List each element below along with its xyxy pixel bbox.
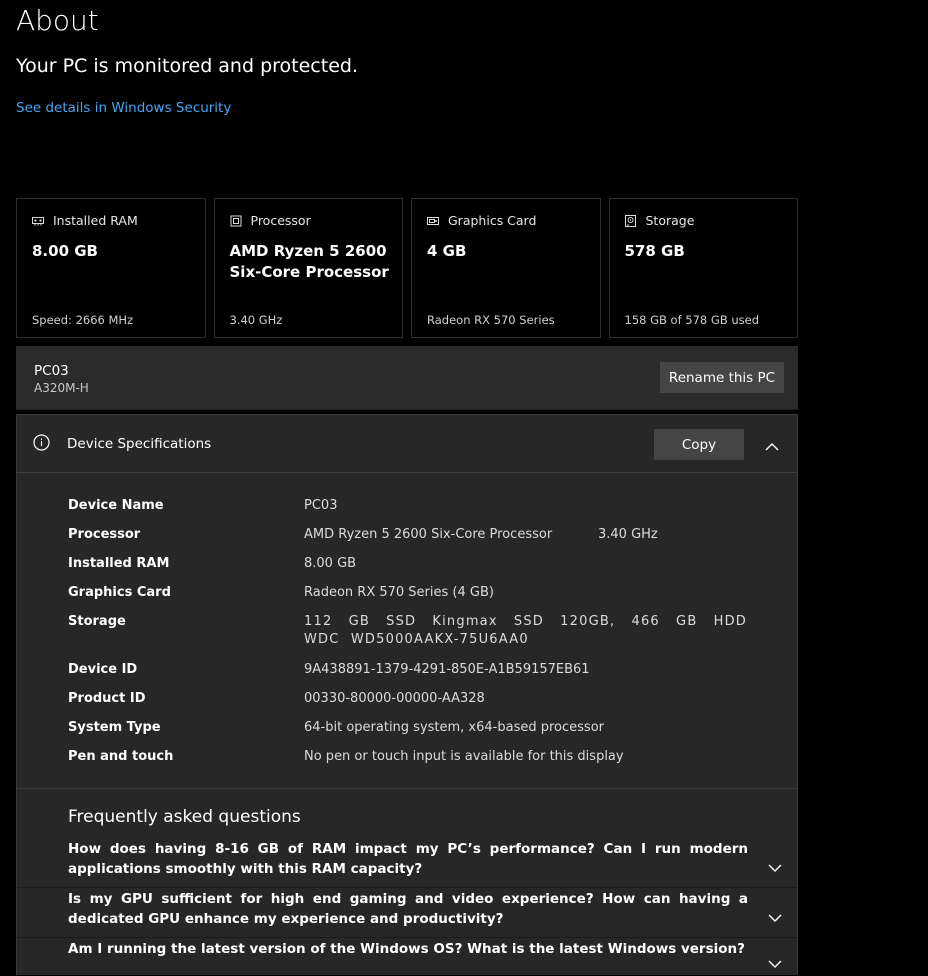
spec-label: Processor [68, 527, 141, 542]
device-specifications-panel: Device Specifications Copy Device Name P… [16, 414, 798, 975]
spec-value: Radeon RX 570 Series (4 GB) [304, 585, 494, 600]
spec-label: System Type [68, 720, 161, 735]
faq-item[interactable]: How does having 8-16 GB of RAM impact my… [17, 837, 797, 887]
card-processor: Processor AMD Ryzen 5 2600 Six-Core Proc… [213, 198, 403, 338]
spec-value: 8.00 GB [304, 556, 357, 571]
chevron-down-icon[interactable] [768, 954, 782, 968]
chevron-down-icon[interactable] [768, 908, 782, 922]
card-installed-ram: Installed RAM 8.00 GB Speed: 2666 MHz [16, 198, 206, 338]
faq-title: Frequently asked questions [68, 807, 301, 827]
spec-value: PC03 [304, 498, 338, 513]
spec-value: 64-bit operating system, x64-based proce… [304, 720, 604, 735]
spec-value: 9A438891-1379-4291-850E-A1B59157EB61 [304, 662, 590, 677]
card-label: Storage [645, 213, 695, 228]
device-specifications-header[interactable]: Device Specifications Copy [17, 415, 797, 473]
info-icon [33, 434, 50, 451]
card-value: 578 GB [624, 242, 685, 260]
spec-label: Graphics Card [68, 585, 171, 600]
graphics-card-icon [427, 215, 439, 227]
faq-item[interactable]: Am I running the latest version of the W… [17, 937, 797, 976]
ram-icon [32, 215, 44, 227]
card-sub: 158 GB of 578 GB used [624, 313, 760, 327]
card-graphics-card: Graphics Card 4 GB Radeon RX 570 Series [411, 198, 601, 338]
spec-label: Storage [68, 614, 126, 629]
processor-speed: 3.40 GHz [598, 527, 658, 542]
faq-question: How does having 8-16 GB of RAM impact my… [68, 841, 748, 877]
chevron-down-icon[interactable] [768, 858, 782, 872]
card-label: Processor [250, 213, 311, 228]
card-label: Graphics Card [448, 213, 537, 228]
card-value: 8.00 GB [32, 242, 98, 260]
card-sub: Radeon RX 570 Series [427, 313, 555, 327]
page-title: About [16, 4, 99, 37]
protection-status: Your PC is monitored and protected. [16, 55, 358, 77]
card-sub: Speed: 2666 MHz [32, 313, 134, 327]
processor-icon [230, 215, 242, 227]
pc-name-row: PC03 A320M-H Rename this PC [16, 346, 798, 410]
faq-question: Am I running the latest version of the W… [68, 941, 745, 957]
card-storage: Storage 578 GB 158 GB of 578 GB used [608, 198, 798, 338]
spec-value: 00330-80000-00000-AA328 [304, 691, 485, 706]
faq-item[interactable]: Is my GPU sufficient for high end gaming… [17, 887, 797, 937]
pc-model: A320M-H [34, 381, 89, 395]
spec-label: Device Name [68, 498, 164, 513]
card-label: Installed RAM [53, 213, 138, 228]
spec-value: 112 GB SSD Kingmax SSD 120GB, 466 GB HDD… [304, 614, 747, 647]
copy-button[interactable]: Copy [654, 429, 744, 460]
spec-label: Installed RAM [68, 556, 170, 571]
faq-question: Is my GPU sufficient for high end gaming… [68, 891, 748, 927]
spec-label: Pen and touch [68, 749, 174, 764]
spec-label: Device ID [68, 662, 138, 677]
spec-value: AMD Ryzen 5 2600 Six-Core Processor [304, 527, 553, 542]
spec-label: Product ID [68, 691, 146, 706]
chevron-up-icon[interactable] [765, 437, 779, 451]
card-value: AMD Ryzen 5 2600 Six-Core Processor [229, 242, 389, 281]
card-sub: 3.40 GHz [229, 313, 283, 327]
storage-icon [625, 214, 637, 227]
card-value: 4 GB [427, 242, 467, 260]
hardware-summary-cards: Installed RAM 8.00 GB Speed: 2666 MHz Pr… [16, 198, 798, 338]
pc-name: PC03 [34, 363, 69, 379]
windows-security-link[interactable]: See details in Windows Security [16, 99, 231, 117]
faq-divider [17, 788, 797, 789]
rename-pc-button[interactable]: Rename this PC [660, 362, 784, 393]
spec-value: No pen or touch input is available for t… [304, 749, 624, 764]
device-specifications-title: Device Specifications [67, 436, 212, 452]
